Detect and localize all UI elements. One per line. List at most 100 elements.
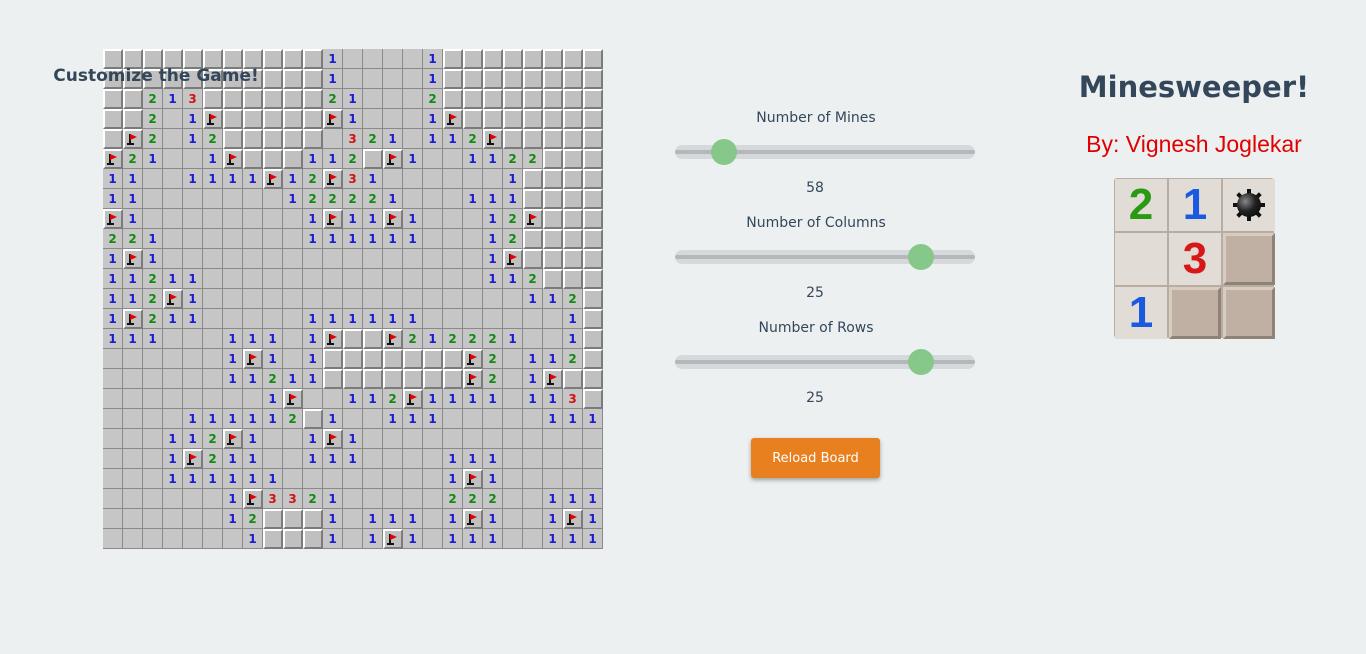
number-cell[interactable]: 1 <box>343 449 363 469</box>
number-cell[interactable]: 1 <box>483 509 503 529</box>
reload-board-button[interactable]: Reload Board <box>751 438 880 478</box>
number-cell[interactable]: 1 <box>183 109 203 129</box>
hidden-cell[interactable] <box>503 69 523 89</box>
number-cell[interactable]: 1 <box>323 69 343 89</box>
hidden-cell[interactable] <box>343 369 363 389</box>
empty-cell[interactable] <box>323 269 343 289</box>
number-cell[interactable]: 1 <box>363 209 383 229</box>
hidden-cell[interactable] <box>503 49 523 69</box>
empty-cell[interactable] <box>303 389 323 409</box>
empty-cell[interactable] <box>263 429 283 449</box>
empty-cell[interactable] <box>183 349 203 369</box>
number-cell[interactable]: 1 <box>243 169 263 189</box>
number-cell[interactable]: 1 <box>323 509 343 529</box>
empty-cell[interactable] <box>363 449 383 469</box>
empty-cell[interactable] <box>163 149 183 169</box>
empty-cell[interactable] <box>323 289 343 309</box>
number-cell[interactable]: 1 <box>443 469 463 489</box>
number-cell[interactable]: 1 <box>183 129 203 149</box>
number-cell[interactable]: 2 <box>143 269 163 289</box>
flagged-cell[interactable] <box>323 109 343 129</box>
number-cell[interactable]: 1 <box>403 309 423 329</box>
empty-cell[interactable] <box>183 489 203 509</box>
number-cell[interactable]: 1 <box>303 329 323 349</box>
number-cell[interactable]: 3 <box>343 169 363 189</box>
empty-cell[interactable] <box>463 409 483 429</box>
number-cell[interactable]: 2 <box>503 229 523 249</box>
empty-cell[interactable] <box>383 489 403 509</box>
number-cell[interactable]: 1 <box>203 409 223 429</box>
empty-cell[interactable] <box>283 349 303 369</box>
number-cell[interactable]: 3 <box>263 489 283 509</box>
number-cell[interactable]: 1 <box>103 249 123 269</box>
empty-cell[interactable] <box>403 169 423 189</box>
flagged-cell[interactable] <box>223 149 243 169</box>
number-cell[interactable]: 1 <box>543 289 563 309</box>
empty-cell[interactable] <box>243 309 263 329</box>
number-cell[interactable]: 2 <box>303 189 323 209</box>
hidden-cell[interactable] <box>123 109 143 129</box>
empty-cell[interactable] <box>243 189 263 209</box>
empty-cell[interactable] <box>343 489 363 509</box>
empty-cell[interactable] <box>423 529 443 549</box>
empty-cell[interactable] <box>463 289 483 309</box>
empty-cell[interactable] <box>163 129 183 149</box>
empty-cell[interactable] <box>363 69 383 89</box>
number-cell[interactable]: 1 <box>423 329 443 349</box>
number-cell[interactable]: 1 <box>123 209 143 229</box>
number-cell[interactable]: 1 <box>323 489 343 509</box>
empty-cell[interactable] <box>563 429 583 449</box>
empty-cell[interactable] <box>503 349 523 369</box>
number-cell[interactable]: 1 <box>323 409 343 429</box>
number-cell[interactable]: 1 <box>183 269 203 289</box>
number-cell[interactable]: 1 <box>143 229 163 249</box>
number-cell[interactable]: 2 <box>143 89 163 109</box>
empty-cell[interactable] <box>363 89 383 109</box>
empty-cell[interactable] <box>203 509 223 529</box>
hidden-cell[interactable] <box>483 69 503 89</box>
number-cell[interactable]: 1 <box>243 529 263 549</box>
number-cell[interactable]: 1 <box>263 349 283 369</box>
number-cell[interactable]: 2 <box>443 489 463 509</box>
empty-cell[interactable] <box>263 249 283 269</box>
empty-cell[interactable] <box>123 449 143 469</box>
number-cell[interactable]: 1 <box>423 409 443 429</box>
number-cell[interactable]: 1 <box>123 289 143 309</box>
hidden-cell[interactable] <box>563 169 583 189</box>
rows-slider[interactable] <box>675 349 975 375</box>
empty-cell[interactable] <box>443 289 463 309</box>
hidden-cell[interactable] <box>583 89 603 109</box>
empty-cell[interactable] <box>203 329 223 349</box>
number-cell[interactable]: 1 <box>223 169 243 189</box>
hidden-cell[interactable] <box>343 329 363 349</box>
number-cell[interactable]: 1 <box>343 209 363 229</box>
hidden-cell[interactable] <box>103 89 123 109</box>
number-cell[interactable]: 1 <box>483 529 503 549</box>
number-cell[interactable]: 1 <box>403 509 423 529</box>
number-cell[interactable]: 1 <box>463 189 483 209</box>
empty-cell[interactable] <box>263 229 283 249</box>
flagged-cell[interactable] <box>463 469 483 489</box>
flagged-cell[interactable] <box>563 509 583 529</box>
hidden-cell[interactable] <box>303 49 323 69</box>
number-cell[interactable]: 1 <box>443 449 463 469</box>
flagged-cell[interactable] <box>103 209 123 229</box>
empty-cell[interactable] <box>523 469 543 489</box>
empty-cell[interactable] <box>103 409 123 429</box>
number-cell[interactable]: 1 <box>283 189 303 209</box>
empty-cell[interactable] <box>523 309 543 329</box>
empty-cell[interactable] <box>283 449 303 469</box>
number-cell[interactable]: 2 <box>303 489 323 509</box>
number-cell[interactable]: 1 <box>143 329 163 349</box>
number-cell[interactable]: 1 <box>383 309 403 329</box>
hidden-cell[interactable] <box>303 529 323 549</box>
hidden-cell[interactable] <box>303 89 323 109</box>
empty-cell[interactable] <box>463 269 483 289</box>
number-cell[interactable]: 1 <box>583 489 603 509</box>
empty-cell[interactable] <box>543 309 563 329</box>
hidden-cell[interactable] <box>523 129 543 149</box>
empty-cell[interactable] <box>143 389 163 409</box>
empty-cell[interactable] <box>503 509 523 529</box>
empty-cell[interactable] <box>403 489 423 509</box>
flagged-cell[interactable] <box>443 109 463 129</box>
